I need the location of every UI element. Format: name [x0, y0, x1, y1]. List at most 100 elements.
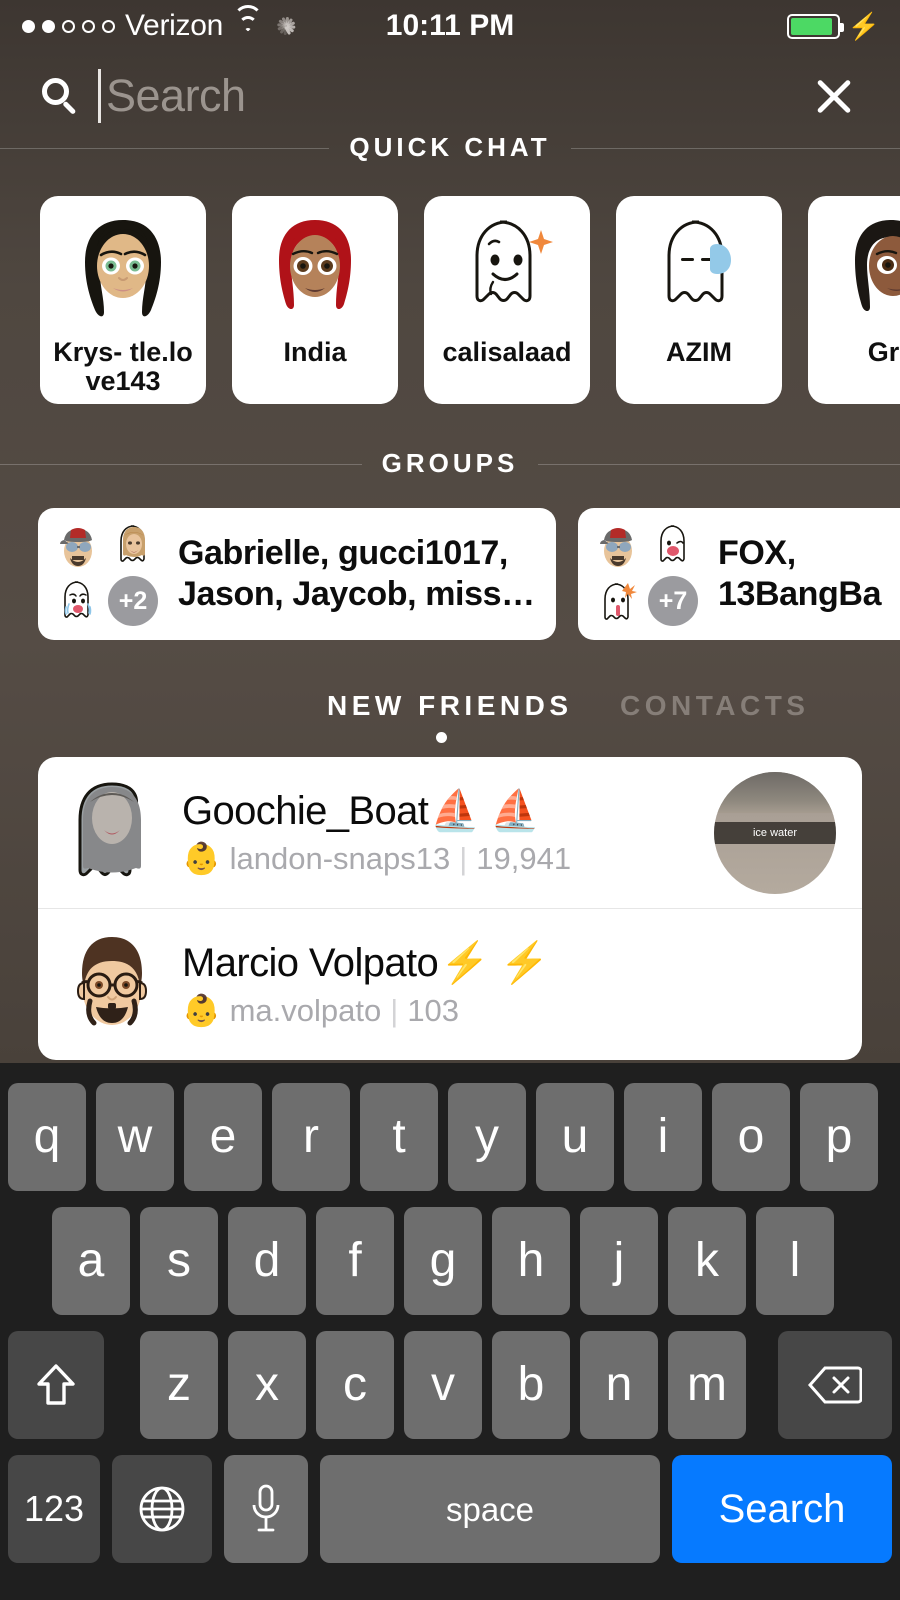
group-card[interactable]: +2 Gabrielle, gucci1017, Jason, Jaycob, …	[38, 508, 556, 640]
display-name: Marcio Volpato	[182, 940, 439, 985]
key-m[interactable]: m	[668, 1331, 746, 1439]
status-bar-right: ⚡	[779, 13, 880, 39]
key-f[interactable]: f	[316, 1207, 394, 1315]
microphone-icon	[252, 1484, 280, 1532]
bitmoji-cap-sunglasses-avatar	[592, 520, 644, 572]
quick-chat-card-label: Gra	[867, 337, 900, 367]
group-overflow-badge: +7	[648, 576, 698, 626]
tab-new-friends[interactable]: NEW FRIENDS	[327, 690, 573, 722]
ghost-sparkle-icon	[447, 210, 567, 336]
search-results-list[interactable]: Goochie_Boat ⛵ ⛵ 👶 landon-snaps13 | 19,9…	[38, 757, 862, 1060]
bitmoji-cap-sunglasses-avatar	[52, 520, 104, 572]
key-d[interactable]: d	[228, 1207, 306, 1315]
key-t[interactable]: t	[360, 1083, 438, 1191]
list-item[interactable]: Marcio Volpato ⚡ ⚡ 👶 ma.volpato | 103	[38, 908, 862, 1059]
key-y[interactable]: y	[448, 1083, 526, 1191]
list-item-subtitle: 👶 ma.volpato | 103	[182, 995, 862, 1026]
search-input[interactable]: Search	[106, 70, 246, 122]
globe-key[interactable]	[112, 1455, 212, 1563]
numbers-key[interactable]: 123	[8, 1455, 100, 1563]
thumbnail-image	[714, 771, 836, 813]
baby-emoji: 👶	[182, 992, 221, 1028]
story-thumbnail[interactable]: ice water	[714, 771, 836, 894]
key-k[interactable]: k	[668, 1207, 746, 1315]
quick-chat-card[interactable]: calisalaad	[424, 196, 590, 404]
key-h[interactable]: h	[492, 1207, 570, 1315]
quick-chat-card[interactable]: Krys- tle.love143	[40, 196, 206, 404]
key-x[interactable]: x	[228, 1331, 306, 1439]
quick-chat-card[interactable]: Gra	[808, 196, 900, 404]
ghost-photo-avatar	[60, 778, 164, 888]
active-tab-indicator	[436, 732, 447, 743]
quick-chat-card-label: AZIM	[666, 337, 732, 367]
key-a[interactable]: a	[52, 1207, 130, 1315]
close-icon[interactable]	[812, 74, 856, 118]
space-key[interactable]: space	[320, 1455, 660, 1563]
backspace-icon	[808, 1366, 862, 1404]
group-members-label: Gabrielle, gucci1017, Jason, Jaycob, mis…	[178, 533, 535, 613]
battery-icon	[786, 13, 844, 39]
key-c[interactable]: c	[316, 1331, 394, 1439]
app-screen: Verizon 10:11 PM ⚡ Search QUICK CHAT Kry…	[0, 0, 900, 1600]
list-item[interactable]: Goochie_Boat ⛵ ⛵ 👶 landon-snaps13 | 19,9…	[38, 757, 862, 908]
bitmoji-glasses-beard-male-avatar	[60, 929, 164, 1039]
key-u[interactable]: u	[536, 1083, 614, 1191]
search-icon	[42, 78, 78, 115]
groups-carousel[interactable]: +2 Gabrielle, gucci1017, Jason, Jaycob, …	[0, 508, 900, 640]
group-card[interactable]: +7 FOX, 13BangBa	[578, 508, 900, 640]
username-label: landon-snaps13	[229, 841, 451, 876]
key-s[interactable]: s	[140, 1207, 218, 1315]
snap-score: 103	[407, 992, 460, 1028]
groups-section-header: GROUPS	[0, 448, 900, 478]
quick-chat-card[interactable]: India	[232, 196, 398, 404]
quick-chat-section-header: QUICK CHAT	[0, 132, 900, 162]
shift-arrow-icon	[37, 1364, 75, 1405]
dictation-key[interactable]	[224, 1455, 308, 1563]
tab-contacts[interactable]: CONTACTS	[620, 690, 809, 722]
group-overflow-badge: +2	[108, 576, 158, 626]
list-item-text: Marcio Volpato ⚡ ⚡ 👶 ma.volpato | 103	[182, 943, 862, 1026]
ghost-photo-blonde-avatar	[108, 520, 160, 572]
thumbnail-caption: ice water	[714, 821, 836, 844]
quick-chat-card[interactable]: AZIM	[616, 196, 782, 404]
shift-key[interactable]	[8, 1331, 104, 1439]
backspace-key[interactable]	[778, 1331, 892, 1439]
key-o[interactable]: o	[712, 1083, 790, 1191]
key-n[interactable]: n	[580, 1331, 658, 1439]
bitmoji-dark-hair-female-avatar	[831, 210, 900, 336]
key-i[interactable]: i	[624, 1083, 702, 1191]
key-g[interactable]: g	[404, 1207, 482, 1315]
on-screen-keyboard[interactable]: qwertyuiop asdfghjkl zxcvbnm 123 space S…	[0, 1063, 900, 1600]
separator: |	[390, 992, 399, 1028]
group-avatar-cluster: +7	[592, 520, 704, 628]
globe-icon	[139, 1486, 185, 1532]
key-p[interactable]: p	[800, 1083, 878, 1191]
quick-chat-card-label: India	[283, 337, 347, 367]
group-members-label: FOX, 13BangBa	[718, 533, 882, 613]
quick-chat-carousel[interactable]: Krys- tle.love143 India calisalaad AZIM …	[0, 196, 900, 404]
key-z[interactable]: z	[140, 1331, 218, 1439]
display-name: Goochie_Boat	[182, 789, 429, 833]
groups-label: GROUPS	[381, 448, 519, 478]
quick-chat-card-label: Krys- tle.love143	[53, 337, 193, 397]
title-emoji: ⛵ ⛵	[430, 789, 540, 833]
ghost-crying-icon	[52, 576, 104, 628]
clock-label: 10:11 PM	[385, 9, 515, 42]
key-e[interactable]: e	[184, 1083, 262, 1191]
snap-score: 19,941	[476, 841, 572, 876]
search-bar[interactable]: Search	[0, 52, 900, 140]
separator: |	[459, 841, 468, 876]
key-v[interactable]: v	[404, 1331, 482, 1439]
key-j[interactable]: j	[580, 1207, 658, 1315]
key-l[interactable]: l	[756, 1207, 834, 1315]
key-b[interactable]: b	[492, 1331, 570, 1439]
results-tab-bar[interactable]: NEW FRIENDS CONTACTS	[0, 690, 900, 750]
group-avatar-cluster: +2	[52, 520, 164, 628]
key-w[interactable]: w	[96, 1083, 174, 1191]
search-return-key[interactable]: Search	[672, 1455, 892, 1563]
key-r[interactable]: r	[272, 1083, 350, 1191]
key-q[interactable]: q	[8, 1083, 86, 1191]
ghost-shocked-icon	[592, 576, 644, 628]
quick-chat-card-label: calisalaad	[442, 337, 572, 367]
ghost-sleeping-icon	[639, 210, 759, 336]
